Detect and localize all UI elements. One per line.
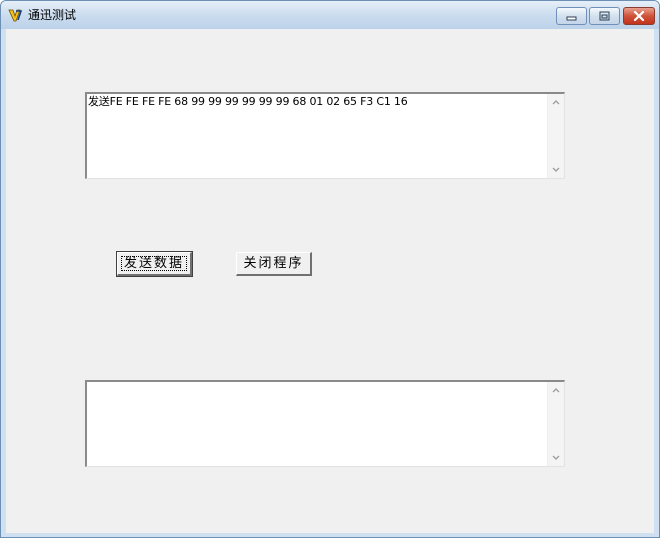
send-textbox-value: 发送FE FE FE FE 68 99 99 99 99 99 99 68 01…	[88, 95, 408, 108]
close-button[interactable]	[623, 7, 655, 25]
send-data-button-label: 发送数据	[123, 256, 184, 271]
minimize-icon	[566, 16, 577, 21]
app-logo-icon	[8, 9, 23, 22]
receive-textbox[interactable]	[85, 380, 565, 467]
scroll-down-icon[interactable]	[551, 453, 561, 463]
scroll-up-icon[interactable]	[551, 385, 561, 395]
restore-icon	[599, 11, 610, 21]
close-icon	[633, 10, 645, 22]
send-textbox[interactable]: 发送FE FE FE FE 68 99 99 99 99 99 99 68 01…	[85, 92, 565, 179]
client-area: 发送FE FE FE FE 68 99 99 99 99 99 99 68 01…	[6, 29, 654, 533]
window-title: 通迅测试	[28, 8, 77, 22]
minimize-button[interactable]	[556, 7, 587, 25]
maximize-button[interactable]	[589, 7, 620, 25]
send-data-button[interactable]: 发送数据	[116, 251, 193, 277]
title-bar[interactable]: 通迅测试	[1, 1, 659, 29]
send-textbox-scrollbar[interactable]	[547, 94, 564, 178]
scroll-up-icon[interactable]	[551, 97, 561, 107]
app-window: 通迅测试 发送FE FE FE FE 68 99 99 99 99 99 99 …	[0, 0, 660, 538]
close-program-button-label: 关闭程序	[243, 256, 304, 271]
scroll-down-icon[interactable]	[551, 165, 561, 175]
receive-textbox-scrollbar[interactable]	[547, 382, 564, 466]
close-program-button[interactable]: 关闭程序	[236, 252, 312, 276]
